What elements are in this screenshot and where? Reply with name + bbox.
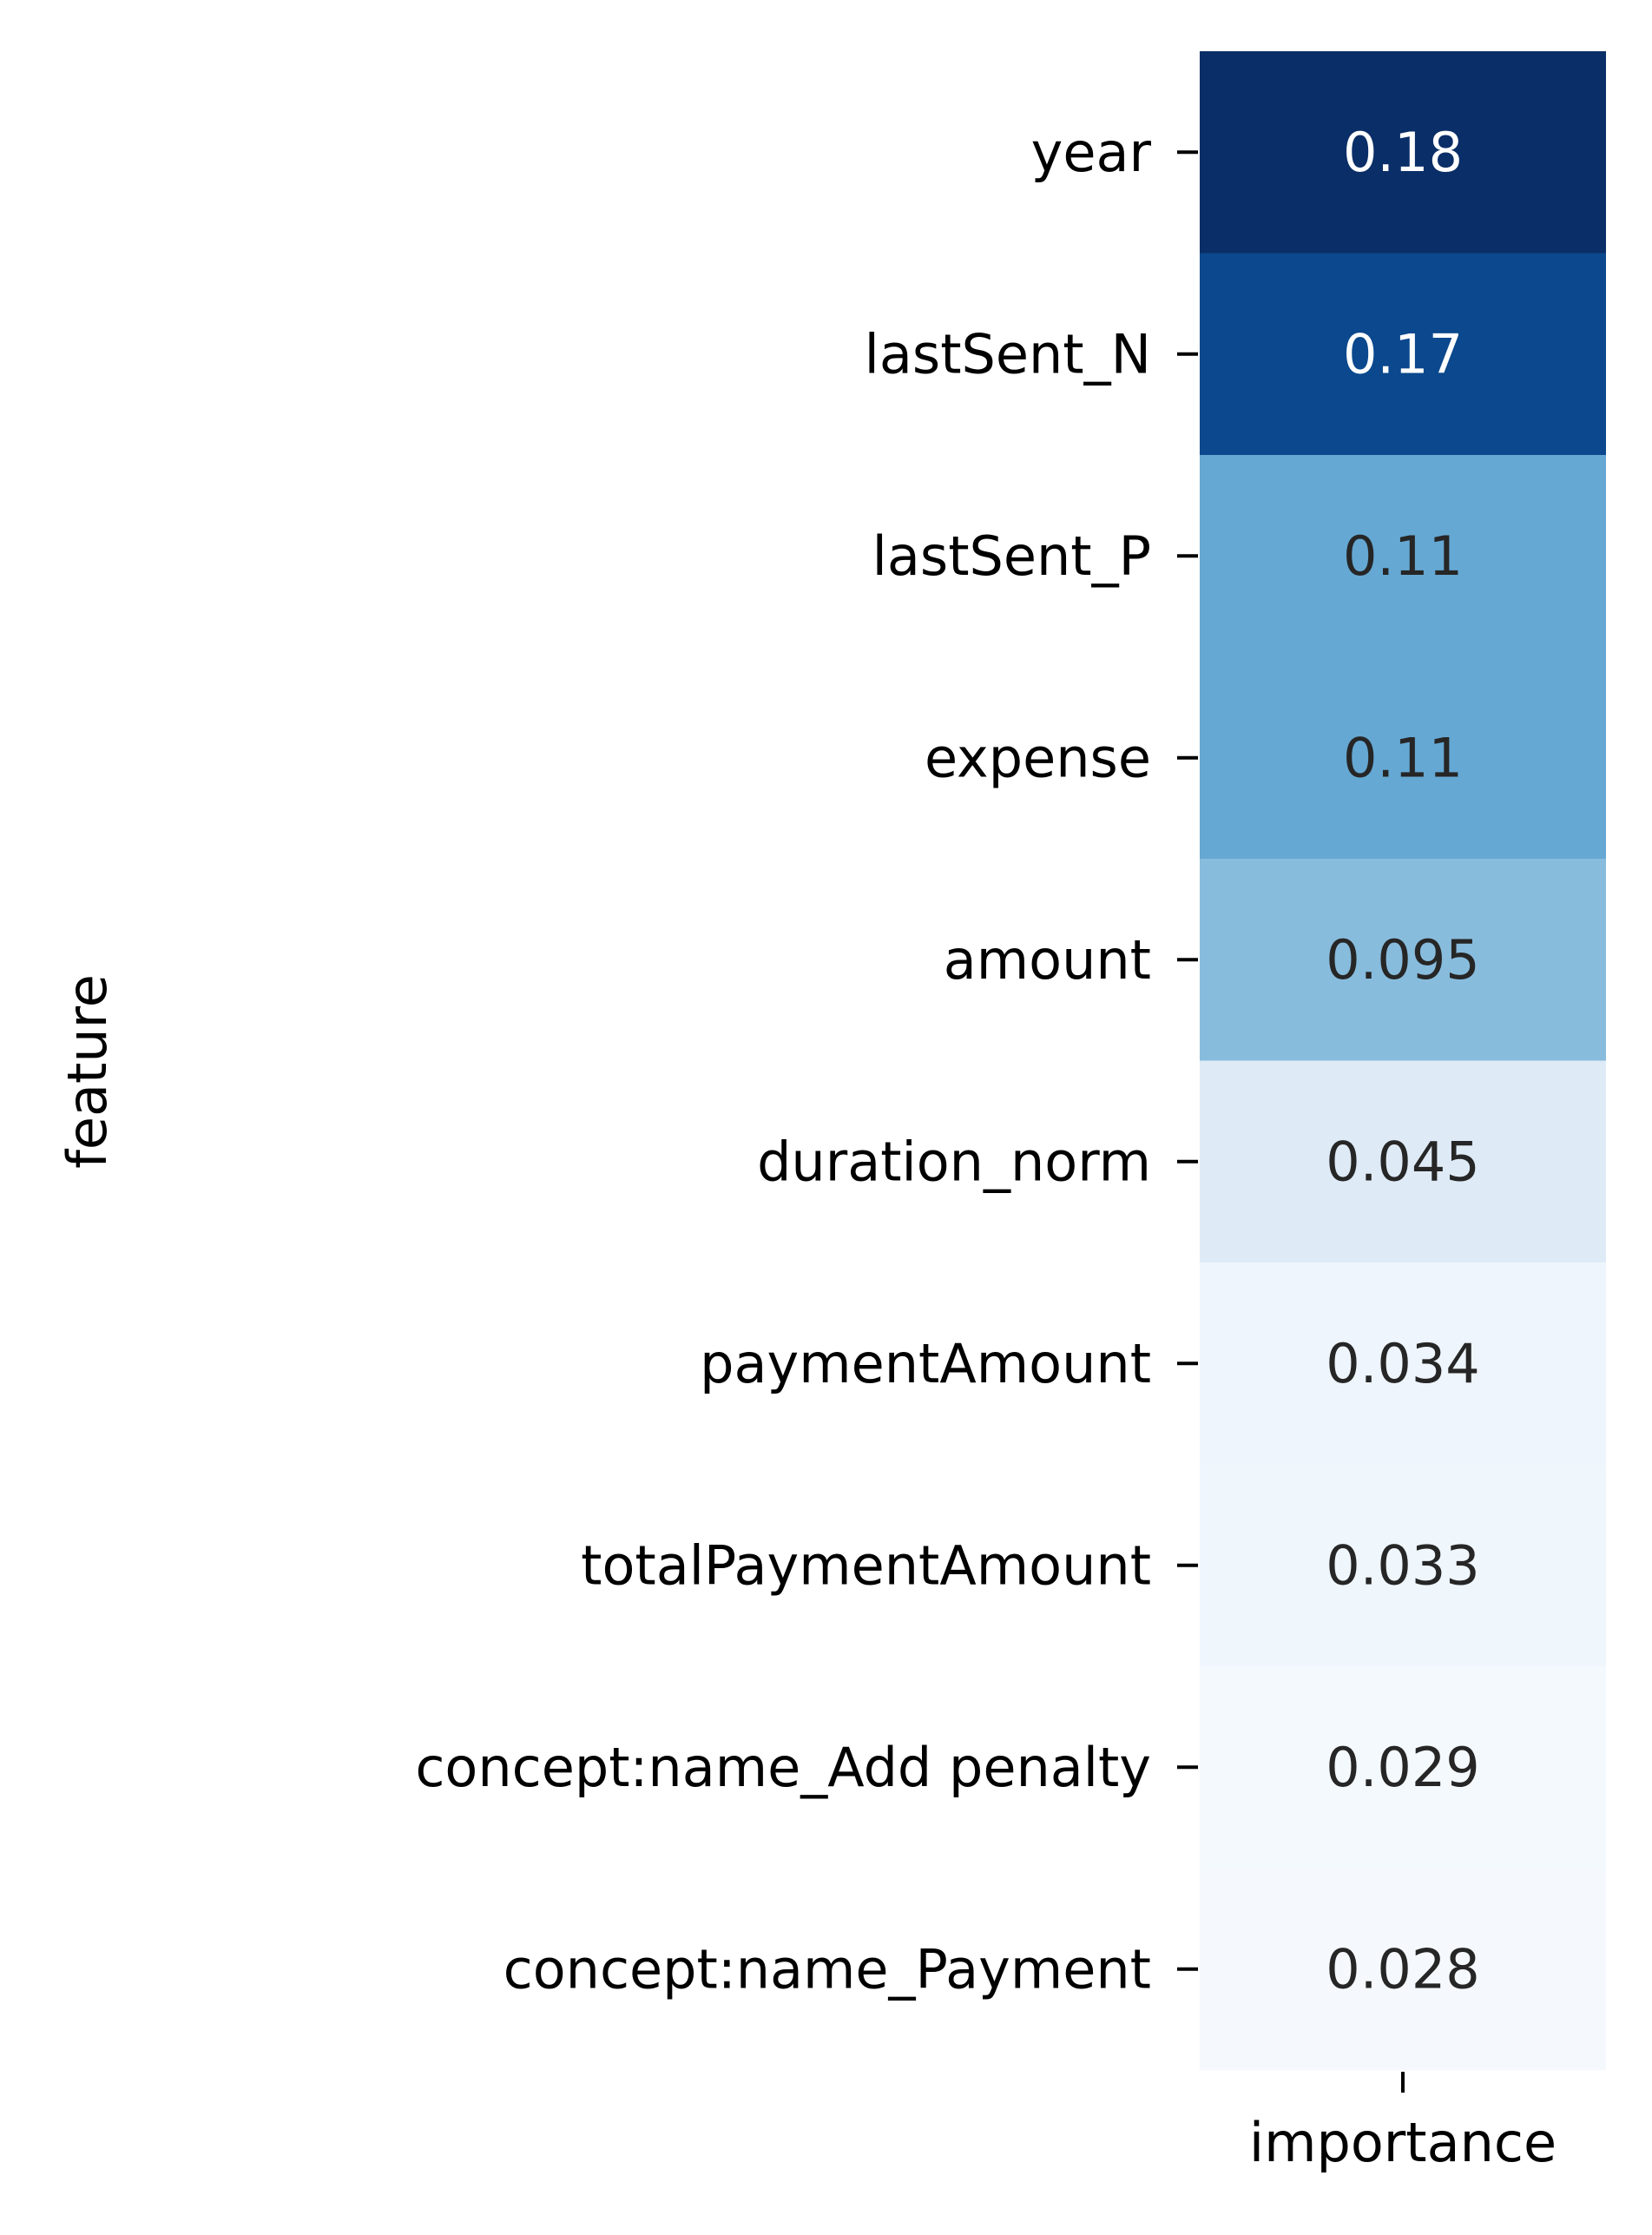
y-tick-label: lastSent_P: [872, 524, 1151, 588]
cell-value-label: 0.18: [1343, 121, 1463, 184]
cell-value-label: 0.11: [1343, 524, 1463, 588]
y-axis-ticks: year lastSent_N lastSent_Pexpense amount dur…: [415, 121, 1198, 2001]
x-axis-ticks: importance: [1249, 2072, 1557, 2174]
y-axis-label: feature: [56, 974, 119, 1169]
y-tick-label: paymentAmount: [700, 1332, 1151, 1395]
cell-value-label: 0.029: [1326, 1736, 1480, 1799]
y-tick-label: concept:name_Add penalty: [415, 1736, 1151, 1799]
y-tick-label: lastSent_N: [865, 322, 1151, 386]
cell-value-label: 0.045: [1326, 1130, 1480, 1193]
y-tick-label: amount: [944, 928, 1151, 992]
cell-value-label: 0.11: [1343, 726, 1463, 789]
feature-importance-heatmap: 0.18 0.17 0.11 0.11 0.095 0.045 0.034 0.033 0.02…: [0, 0, 1652, 2231]
cell-value-label: 0.033: [1326, 1533, 1480, 1597]
cell-value-label: 0.034: [1326, 1332, 1480, 1395]
cell-value-label: 0.17: [1343, 322, 1463, 386]
y-tick-label: totalPaymentAmount: [581, 1533, 1151, 1597]
heatmap-chart: 0.18 0.17 0.11 0.11 0.095 0.045 0.034 0.033 0.02…: [56, 51, 1606, 2174]
y-tick-label: duration_norm: [757, 1130, 1151, 1193]
y-tick-label: expense: [925, 726, 1151, 789]
cell-value-label: 0.028: [1326, 1937, 1480, 2001]
y-tick-label: concept:name_Payment: [503, 1937, 1151, 2001]
y-tick-label: year: [1031, 121, 1152, 184]
x-tick-label: importance: [1249, 2111, 1557, 2174]
cell-value-label: 0.095: [1326, 928, 1480, 992]
